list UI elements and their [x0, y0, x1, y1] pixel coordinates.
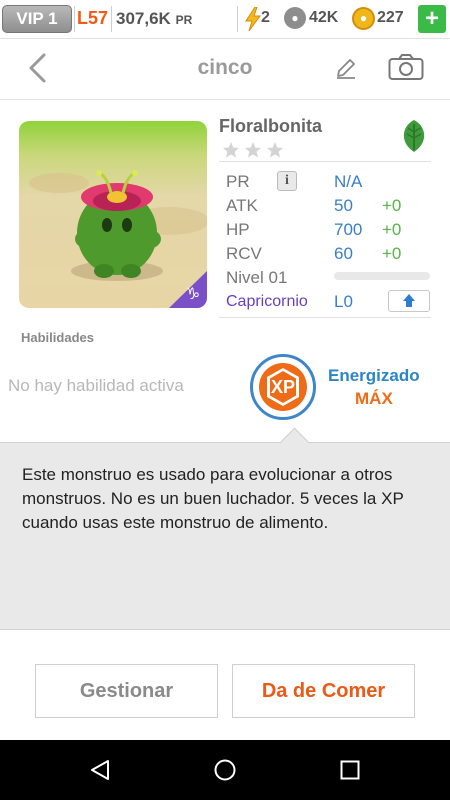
- divider: [74, 6, 75, 32]
- stat-hp-bonus: +0: [382, 220, 402, 239]
- power-rating: 307,6K PR: [116, 9, 192, 29]
- power-unit: PR: [175, 13, 193, 27]
- xp-badge-text: XP: [270, 377, 295, 397]
- stat-pr-label: PR: [226, 172, 250, 191]
- xp-badge[interactable]: XP: [250, 354, 316, 420]
- energy-count: 2: [261, 9, 270, 26]
- stat-rcv-bonus: +0: [382, 244, 402, 263]
- edit-pencil-icon[interactable]: [335, 57, 357, 79]
- zodiac-sign: Capricornio: [226, 293, 308, 310]
- stat-pr-value: N/A: [334, 172, 363, 191]
- no-active-skill-text: No hay habilidad activa: [8, 376, 184, 395]
- status-bar: VIP 1 L57 307,6K PR 2 ● 42K ● 227 +: [0, 0, 450, 39]
- star-rating: [223, 142, 283, 158]
- energized-level: MÁX: [355, 389, 393, 408]
- stat-atk-bonus: +0: [382, 196, 402, 215]
- nav-home-icon[interactable]: [213, 758, 237, 782]
- stat-rcv-value: 60: [334, 244, 353, 263]
- lightning-icon: [245, 7, 261, 31]
- monster-name: Floralbonita: [219, 116, 322, 136]
- coin-icon: ●: [352, 7, 375, 30]
- xp-badge-inner: XP: [259, 363, 307, 411]
- power-value: 307,6K: [116, 9, 171, 28]
- monster-illustration: [29, 170, 207, 308]
- level-label: Nivel 01: [226, 268, 288, 287]
- coin-count: 227: [377, 9, 404, 26]
- stat-hp-value: 700: [334, 220, 363, 239]
- level-progress-bar: [334, 272, 430, 280]
- nav-back-icon[interactable]: [88, 758, 112, 782]
- info-button[interactable]: i: [277, 171, 297, 191]
- camera-icon[interactable]: [388, 53, 424, 81]
- manage-button[interactable]: Gestionar: [35, 664, 218, 718]
- zodiac-level: L0: [334, 292, 353, 311]
- arrow-up-icon: [403, 294, 415, 307]
- stat-rcv-label: RCV: [226, 244, 262, 263]
- divider: [219, 317, 431, 318]
- divider: [111, 6, 112, 32]
- paw-count: 42K: [309, 9, 339, 26]
- leaf-icon: [397, 119, 431, 153]
- vip-badge[interactable]: VIP 1: [2, 5, 72, 33]
- paw-icon: ●: [284, 7, 306, 29]
- nav-recents-icon[interactable]: [338, 758, 362, 782]
- zodiac-upgrade-button[interactable]: [388, 290, 430, 312]
- skills-heading: Habilidades: [21, 330, 94, 345]
- zodiac-corner-badge: ♑: [185, 286, 201, 303]
- stat-atk-value: 50: [334, 196, 353, 215]
- player-level: L57: [77, 8, 109, 28]
- divider: [219, 161, 431, 162]
- feed-button[interactable]: Da de Comer: [232, 664, 415, 718]
- back-arrow-icon[interactable]: [26, 53, 50, 83]
- monster-description: Este monstruo es usado para evolucionar …: [22, 465, 404, 532]
- energized-status: Energizado: [328, 366, 420, 385]
- page-title: cinco: [197, 56, 253, 79]
- monster-portrait[interactable]: ♑: [19, 121, 207, 308]
- system-nav-bar: [0, 740, 450, 800]
- stat-atk-label: ATK: [226, 196, 258, 215]
- divider: [237, 6, 238, 32]
- add-currency-button[interactable]: +: [418, 5, 446, 33]
- stat-hp-label: HP: [226, 220, 250, 239]
